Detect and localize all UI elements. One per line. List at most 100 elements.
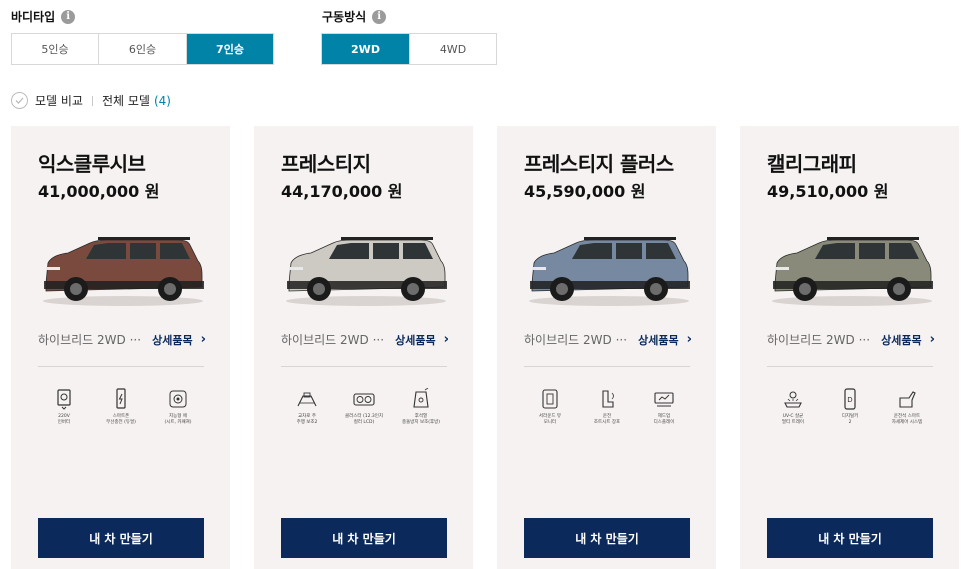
trim-card: 프레스티지 44,170,000 원하이브리드 2WD ··· 상세품목 › 교차로 주…: [254, 126, 473, 569]
feature-item: 220V 인버터: [38, 388, 90, 426]
detail-link[interactable]: 상세품목 ›: [152, 332, 206, 348]
ergo-seat-icon: [899, 391, 916, 408]
phone-charging-icon: [116, 388, 126, 409]
build-my-car-button[interactable]: 내 차 만들기: [524, 518, 690, 558]
car-image: [772, 237, 933, 306]
feature-label: 교차로 주 주행 보조2: [296, 414, 318, 425]
option-4wd[interactable]: 4WD: [410, 34, 496, 64]
compare-label[interactable]: 모델 비교: [35, 92, 83, 109]
outlet-icon: [57, 389, 71, 410]
divider: [281, 366, 447, 367]
svg-text:D: D: [847, 396, 852, 404]
detail-link-label: 상세품목: [881, 333, 922, 347]
detail-link[interactable]: 상세품목 ›: [395, 332, 449, 348]
feature-item: UV-C 살균 멀티 트레이: [767, 388, 819, 426]
feature-label: 서라운드 뷰 모니터: [538, 414, 562, 425]
trim-card: 프레스티지 플러스 45,590,000 원 하이브리드 2WD ··· 상세품목 › 서…: [497, 126, 716, 569]
divider: [524, 366, 690, 367]
car-image-wrap: [767, 231, 937, 311]
body-type-segmented: 5인승 6인승 7인승: [11, 33, 274, 65]
build-my-car-button[interactable]: 내 차 만들기: [281, 518, 447, 558]
cluster-display-icon: [353, 393, 375, 406]
drive-label: 구동방식 i: [322, 8, 387, 25]
divider: [91, 95, 93, 106]
trim-row: 하이브리드 2WD ··· 상세품목 ›: [281, 331, 449, 348]
feature-label: 클러스터 (12.3인치 컬러 LCD): [344, 414, 384, 425]
detail-link[interactable]: 상세품목 ›: [638, 332, 692, 348]
model-count: (4): [153, 93, 171, 108]
feature-item: 운전석 스마트 자세제어 시스템: [881, 388, 933, 426]
feature-item: 후석열 충돌방지 보조(후방): [395, 388, 447, 426]
car-image-wrap: [281, 231, 451, 311]
chevron-right-icon: ›: [929, 332, 935, 347]
feature-item: 운전 조트시트 장포: [581, 388, 633, 426]
feature-label: UV-C 살균 멀티 트레이: [781, 414, 805, 425]
detail-link[interactable]: 상세품목 ›: [881, 332, 935, 348]
feature-label: 지능형 에 (시트, 카패쳐): [164, 414, 192, 425]
key-features: 교차로 주 주행 보조2 클러스터 (12.3인치 컬러 LCD) 후석열 충돌방지…: [281, 388, 447, 426]
detail-link-label: 상세품목: [638, 333, 679, 347]
feature-label: 운전석 스마트 자세제어 시스템: [891, 414, 923, 425]
build-my-car-button[interactable]: 내 차 만들기: [38, 518, 204, 558]
body-type-label-text: 바디타입: [11, 10, 56, 24]
car-image: [529, 237, 690, 306]
chevron-right-icon: ›: [686, 332, 692, 347]
detail-link-label: 상세품목: [395, 333, 436, 347]
powertrain-label[interactable]: 하이브리드 2WD ···: [767, 331, 870, 348]
feature-item: 스마트폰 무선충전 (듀얼): [95, 388, 147, 426]
divider: [767, 366, 933, 367]
feature-label: 스마트폰 무선충전 (듀얼): [106, 414, 136, 425]
all-models-label: 전체 모델: [101, 94, 150, 108]
drive-label-text: 구동방식: [322, 10, 367, 24]
rear-seat-alert-icon: [413, 388, 429, 408]
trim-price: 49,510,000 원: [767, 182, 889, 201]
feature-label: 디지털키 2: [841, 414, 859, 425]
feature-item: 헤드업 디스플레이: [638, 388, 690, 426]
trim-name: 프레스티지: [281, 152, 371, 176]
feature-item: 교차로 주 주행 보조2: [281, 388, 333, 426]
feature-item: D 디지털키 2: [824, 388, 876, 426]
detail-link-label: 상세품목: [152, 333, 193, 347]
option-5-seats[interactable]: 5인승: [12, 34, 99, 64]
trim-price: 45,590,000 원: [524, 182, 646, 201]
key-features: 220V 인버터 스마트폰 무선충전 (듀얼) 지능형 에 (시트, 카패쳐): [38, 388, 204, 426]
powertrain-label[interactable]: 하이브리드 2WD ···: [524, 331, 627, 348]
seat-heating-icon: [169, 390, 187, 408]
option-7-seats[interactable]: 7인승: [187, 34, 273, 64]
info-icon[interactable]: i: [372, 9, 387, 24]
trim-price: 44,170,000 원: [281, 182, 403, 201]
trim-name: 캘리그래피: [767, 152, 857, 176]
compare-checkbox[interactable]: [11, 92, 28, 109]
trim-row: 하이브리드 2WD ··· 상세품목 ›: [38, 331, 206, 348]
car-image: [43, 237, 204, 306]
info-icon[interactable]: i: [61, 9, 76, 24]
feature-item: 서라운드 뷰 모니터: [524, 388, 576, 426]
build-my-car-button[interactable]: 내 차 만들기: [767, 518, 933, 558]
trim-row: 하이브리드 2WD ··· 상세품목 ›: [524, 331, 692, 348]
trim-row: 하이브리드 2WD ··· 상세품목 ›: [767, 331, 935, 348]
collision-assist-icon: [297, 392, 317, 407]
trim-name: 익스클루시브: [38, 152, 146, 176]
feature-label: 운전 조트시트 장포: [593, 414, 621, 425]
trim-card: 캘리그래피 49,510,000 원하이브리드 2WD ··· 상세품목 › UV-C …: [740, 126, 959, 569]
car-image-wrap: [38, 231, 208, 311]
drive-segmented: 2WD 4WD: [321, 33, 497, 65]
option-2wd[interactable]: 2WD: [322, 34, 410, 64]
driver-seat-icon: [602, 390, 614, 408]
powertrain-label[interactable]: 하이브리드 2WD ···: [38, 331, 141, 348]
chevron-right-icon: ›: [443, 332, 449, 347]
uvc-lamp-icon: [784, 391, 802, 408]
car-image: [286, 237, 447, 306]
option-6-seats[interactable]: 6인승: [99, 34, 187, 64]
car-image-wrap: [524, 231, 694, 311]
feature-label: 후석열 충돌방지 보조(후방): [401, 414, 441, 425]
trim-card: 익스클루시브 41,000,000 원하이브리드 2WD ··· 상세품목 › 220V…: [11, 126, 230, 569]
feature-item: 클러스터 (12.3인치 컬러 LCD): [338, 388, 390, 426]
powertrain-label[interactable]: 하이브리드 2WD ···: [281, 331, 384, 348]
divider: [38, 366, 204, 367]
body-type-label: 바디타입 i: [11, 8, 76, 25]
compare-row: 모델 비교 전체 모델 (4): [11, 92, 171, 109]
trim-price: 41,000,000 원: [38, 182, 160, 201]
hud-display-icon: [654, 392, 674, 407]
check-icon: [15, 97, 24, 104]
